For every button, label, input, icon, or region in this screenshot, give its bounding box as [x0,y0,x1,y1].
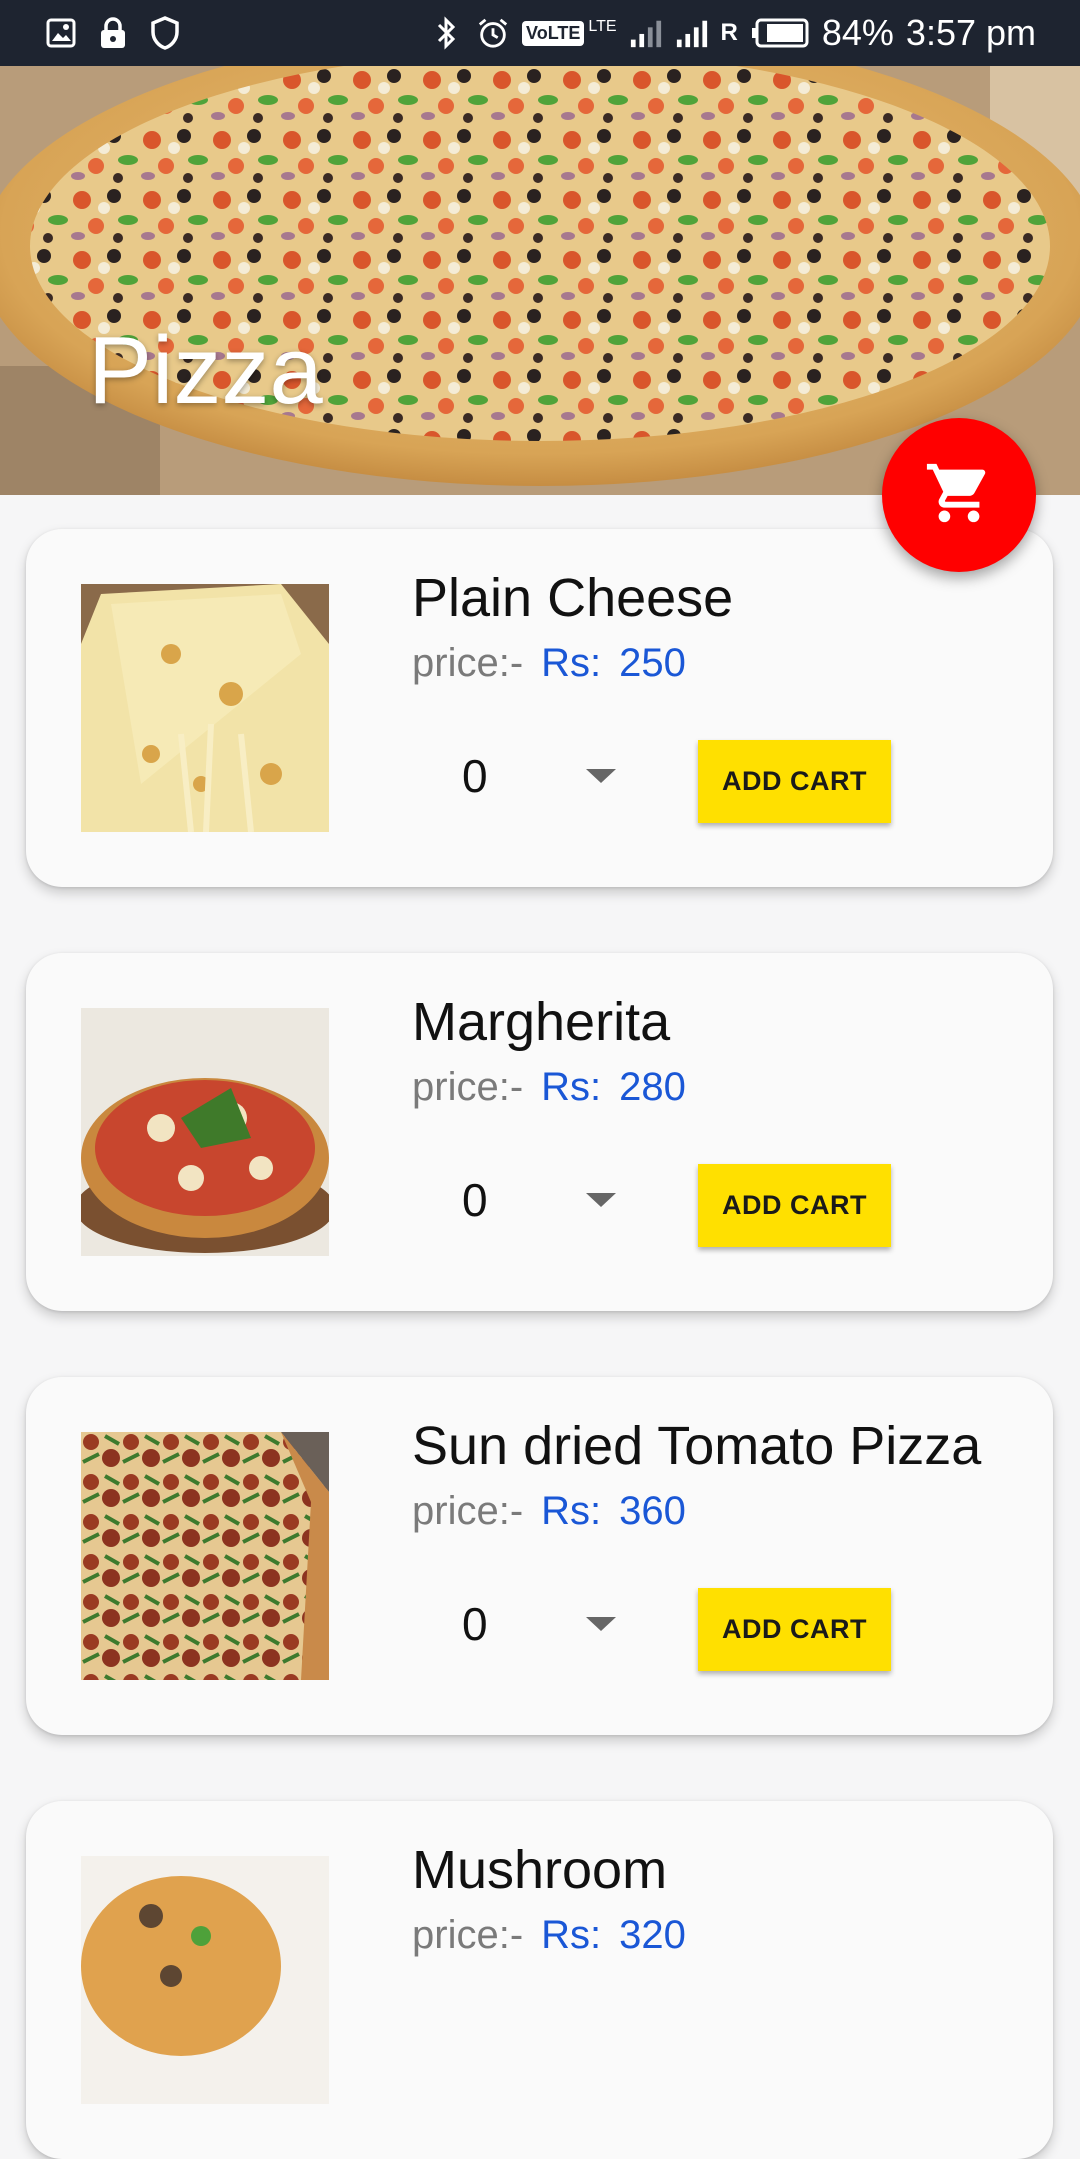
price-row: price:- Rs: 280 [412,1065,686,1110]
price-label: price:- [412,1065,524,1109]
status-left-icons [44,16,182,50]
status-bar: VoLTE LTE R 84% 3:57 pm [0,0,1080,66]
price-label: price:- [412,641,524,685]
signal-icon [629,16,663,50]
list-item: Mushroom price:- Rs: 320 [26,1801,1053,2159]
signal-icon-2 [675,16,709,50]
quantity-spinner[interactable]: 0 [462,1597,488,1651]
shield-icon [148,16,182,50]
add-cart-button[interactable]: ADD CART [698,740,891,823]
alarm-icon [476,16,510,50]
battery-icon [750,16,810,50]
price-row: price:- Rs: 250 [412,641,686,686]
add-cart-button[interactable]: ADD CART [698,1588,891,1671]
lte-label: LTE [588,18,617,35]
cart-icon [924,458,994,533]
lock-icon [96,16,130,50]
bluetooth-icon [430,16,464,50]
price-currency: Rs: [541,1489,602,1533]
price-value: 280 [619,1065,686,1109]
list-item: Plain Cheese price:- Rs: 250 0 ADD CART [26,529,1053,887]
price-value: 360 [619,1489,686,1533]
item-name: Sun dried Tomato Pizza [412,1416,982,1476]
status-right-icons: VoLTE LTE R 84% 3:57 pm [430,12,1036,54]
list-item: Sun dried Tomato Pizza price:- Rs: 360 0… [26,1377,1053,1735]
item-name: Plain Cheese [412,568,734,628]
quantity-spinner[interactable]: 0 [462,749,488,803]
cart-button[interactable] [882,418,1036,572]
roaming-indicator: R [720,19,738,46]
volte-icon: VoLTE [522,20,585,46]
price-row: price:- Rs: 360 [412,1489,686,1534]
dropdown-caret-icon[interactable] [586,1617,616,1631]
clock: 3:57 pm [905,12,1036,53]
dropdown-caret-icon[interactable] [586,769,616,783]
item-image [81,584,329,832]
price-label: price:- [412,1489,524,1533]
price-currency: Rs: [541,641,602,685]
page-title: Pizza [88,317,323,424]
dropdown-caret-icon[interactable] [586,1193,616,1207]
price-value: 250 [619,641,686,685]
battery-level: 84% [821,12,894,53]
price-currency: Rs: [541,1065,602,1109]
gallery-icon [44,16,78,50]
item-image [81,1432,329,1680]
item-name: Mushroom [412,1840,668,1900]
add-cart-button[interactable]: ADD CART [698,1164,891,1247]
list-item: Margherita price:- Rs: 280 0 ADD CART [26,953,1053,1311]
item-image [81,1008,329,1256]
quantity-spinner[interactable]: 0 [462,1173,488,1227]
item-image [81,1856,329,2104]
item-name: Margherita [412,992,671,1052]
